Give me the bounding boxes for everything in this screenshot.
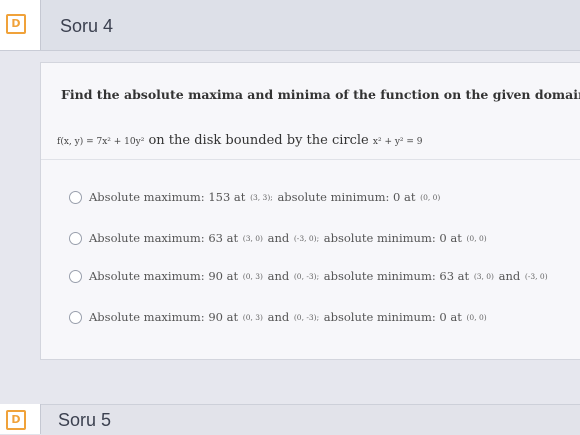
option-point: (-3, 0); <box>293 233 320 243</box>
answer-option-4[interactable]: Absolute maximum: 90 at (0, 3) and (0, -… <box>69 308 488 326</box>
option-text: absolute minimum: 0 at <box>277 190 416 204</box>
radio-button[interactable] <box>69 231 82 245</box>
option-text: absolute minimum: 0 at <box>323 310 462 324</box>
flag-icon[interactable]: D <box>6 410 26 430</box>
question-4-status-cell: D <box>0 0 41 50</box>
radio-button[interactable] <box>69 310 82 324</box>
option-point: (0, 3) <box>242 271 263 281</box>
radio-button[interactable] <box>69 269 82 283</box>
function-text: on the disk bounded by the circle <box>148 133 369 148</box>
option-point: (3, 0) <box>473 271 494 281</box>
function-statement: f(x, y) = 7x² + 10y² on the disk bounded… <box>57 133 423 148</box>
radio-button[interactable] <box>69 190 82 204</box>
function-formula: f(x, y) = 7x² + 10y² <box>57 137 145 147</box>
question-5-status-cell: D <box>0 404 41 434</box>
option-point: (-3, 0) <box>524 271 548 281</box>
question-prompt: Find the absolute maxima and minima of t… <box>61 87 580 102</box>
option-text: absolute minimum: 63 at <box>323 269 470 283</box>
option-text: and <box>267 231 290 245</box>
option-text: absolute minimum: 0 at <box>323 231 462 245</box>
option-point: (3, 3); <box>250 192 273 202</box>
option-text: and <box>498 269 521 283</box>
option-text: and <box>267 269 290 283</box>
option-text: and <box>267 310 290 324</box>
option-point: (0, -3); <box>293 271 320 281</box>
option-text: Absolute maximum: 90 at <box>89 269 239 283</box>
answer-option-2[interactable]: Absolute maximum: 63 at (3, 0) and (-3, … <box>69 229 488 247</box>
question-5-title: Soru 5 <box>58 410 112 430</box>
option-point: (0, 3) <box>242 312 263 322</box>
circle-formula: x² + y² = 9 <box>372 137 423 147</box>
option-point: (0, 0) <box>420 192 441 202</box>
answer-option-1[interactable]: Absolute maximum: 153 at (3, 3); absolut… <box>69 188 441 206</box>
divider <box>41 159 580 160</box>
option-point: (3, 0) <box>242 233 263 243</box>
option-text: Absolute maximum: 63 at <box>89 231 239 245</box>
question-4-title: Soru 4 <box>60 16 114 36</box>
option-text: Absolute maximum: 153 at <box>89 190 246 204</box>
question-4-card: Find the absolute maxima and minima of t… <box>40 62 580 360</box>
flag-icon[interactable]: D <box>6 14 26 34</box>
option-point: (0, 0) <box>466 233 487 243</box>
option-text: Absolute maximum: 90 at <box>89 310 239 324</box>
option-point: (0, -3); <box>293 312 320 322</box>
option-point: (0, 0) <box>466 312 487 322</box>
answer-option-3[interactable]: Absolute maximum: 90 at (0, 3) and (0, -… <box>69 267 549 285</box>
